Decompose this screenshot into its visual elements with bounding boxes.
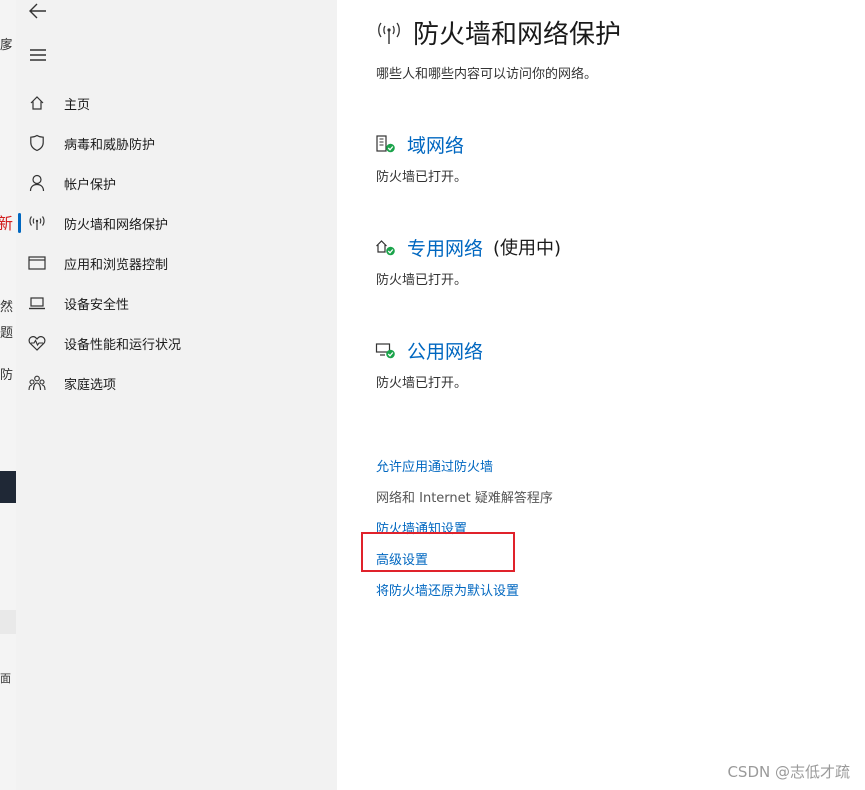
- restore-defaults-link[interactable]: 将防火墙还原为默认设置: [376, 580, 519, 599]
- heart-pulse-icon: [28, 334, 46, 352]
- public-network-icon: [375, 340, 397, 360]
- sidebar-item-label: 设备性能和运行状况: [64, 337, 182, 353]
- annotation-highlight-box: [361, 532, 515, 572]
- sidebar-item-label: 应用和浏览器控制: [64, 257, 169, 273]
- domain-network-status: 防火墙已打开。: [376, 170, 468, 185]
- sidebar-item-virus-protection[interactable]: 病毒和威胁防护: [16, 123, 337, 163]
- person-icon: [28, 174, 46, 192]
- background-window-fragment: 扅 新 然 题 防 面: [0, 0, 17, 790]
- sidebar-item-device-performance[interactable]: 设备性能和运行状况: [16, 323, 337, 363]
- allow-app-link[interactable]: 允许应用通过防火墙: [376, 456, 493, 475]
- network-section-domain: 域网络 防火墙已打开。: [375, 130, 468, 186]
- antenna-icon: [28, 214, 46, 232]
- bg-fragment-1: 扅: [0, 38, 14, 53]
- bg-pane: [0, 610, 16, 634]
- bg-fragment-3: 然: [0, 300, 14, 315]
- domain-network-icon: [375, 134, 397, 154]
- bg-fragment-2: 新: [0, 210, 13, 234]
- sidebar-item-label: 防火墙和网络保护: [64, 217, 169, 233]
- sidebar: 主页 病毒和威胁防护 帐户保护 防火墙和网络保护 应用和浏览器控制 设备安全性 …: [16, 0, 337, 790]
- page-header: 防火墙和网络保护: [375, 14, 621, 51]
- menu-button[interactable]: [26, 44, 50, 66]
- sidebar-item-firewall[interactable]: 防火墙和网络保护: [16, 203, 337, 243]
- sidebar-item-label: 设备安全性: [64, 297, 130, 313]
- back-button[interactable]: [26, 0, 50, 22]
- troubleshooter-link[interactable]: 网络和 Internet 疑难解答程序: [376, 487, 553, 506]
- network-section-public: 公用网络 防火墙已打开。: [375, 336, 483, 391]
- network-in-use-tag: (使用中): [493, 238, 562, 259]
- shield-icon: [28, 134, 46, 152]
- private-network-icon: [375, 237, 397, 257]
- bg-dark-band: [0, 471, 16, 503]
- bg-fragment-6: 面: [0, 672, 11, 685]
- sidebar-item-home[interactable]: 主页: [16, 83, 337, 123]
- family-icon: [28, 374, 46, 392]
- bg-fragment-4: 题: [0, 326, 14, 341]
- sidebar-item-family-options[interactable]: 家庭选项: [16, 363, 337, 403]
- private-network-link[interactable]: 专用网络: [407, 234, 483, 261]
- home-icon: [28, 94, 46, 112]
- page-title: 防火墙和网络保护: [413, 20, 622, 50]
- hamburger-icon: [30, 49, 46, 61]
- domain-network-link[interactable]: 域网络: [407, 131, 464, 158]
- public-network-status: 防火墙已打开。: [376, 376, 468, 391]
- page-subtitle: 哪些人和哪些内容可以访问你的网络。: [376, 67, 598, 82]
- sidebar-item-account-protection[interactable]: 帐户保护: [16, 163, 337, 203]
- private-network-status: 防火墙已打开。: [376, 273, 468, 288]
- sidebar-nav: 主页 病毒和威胁防护 帐户保护 防火墙和网络保护 应用和浏览器控制 设备安全性 …: [16, 83, 337, 403]
- network-section-private: 专用网络 (使用中) 防火墙已打开。: [375, 233, 562, 289]
- sidebar-item-label: 家庭选项: [64, 377, 117, 393]
- public-network-link[interactable]: 公用网络: [407, 337, 483, 364]
- sidebar-item-app-browser-control[interactable]: 应用和浏览器控制: [16, 243, 337, 283]
- sidebar-item-label: 病毒和威胁防护: [64, 137, 156, 153]
- antenna-icon: [375, 19, 403, 47]
- laptop-icon: [28, 294, 46, 312]
- firewall-links: 允许应用通过防火墙 网络和 Internet 疑难解答程序 防火墙通知设置 高级…: [376, 450, 553, 605]
- sidebar-item-device-security[interactable]: 设备安全性: [16, 283, 337, 323]
- sidebar-item-label: 主页: [64, 97, 91, 113]
- main-content: 防火墙和网络保护 哪些人和哪些内容可以访问你的网络。 域网络 防火墙已打开。 专…: [337, 0, 865, 790]
- bg-fragment-5: 防: [0, 368, 14, 383]
- browser-window-icon: [28, 254, 46, 272]
- watermark: CSDN @志低才疏: [727, 763, 850, 781]
- back-arrow-icon: [29, 3, 46, 19]
- sidebar-item-label: 帐户保护: [64, 177, 117, 193]
